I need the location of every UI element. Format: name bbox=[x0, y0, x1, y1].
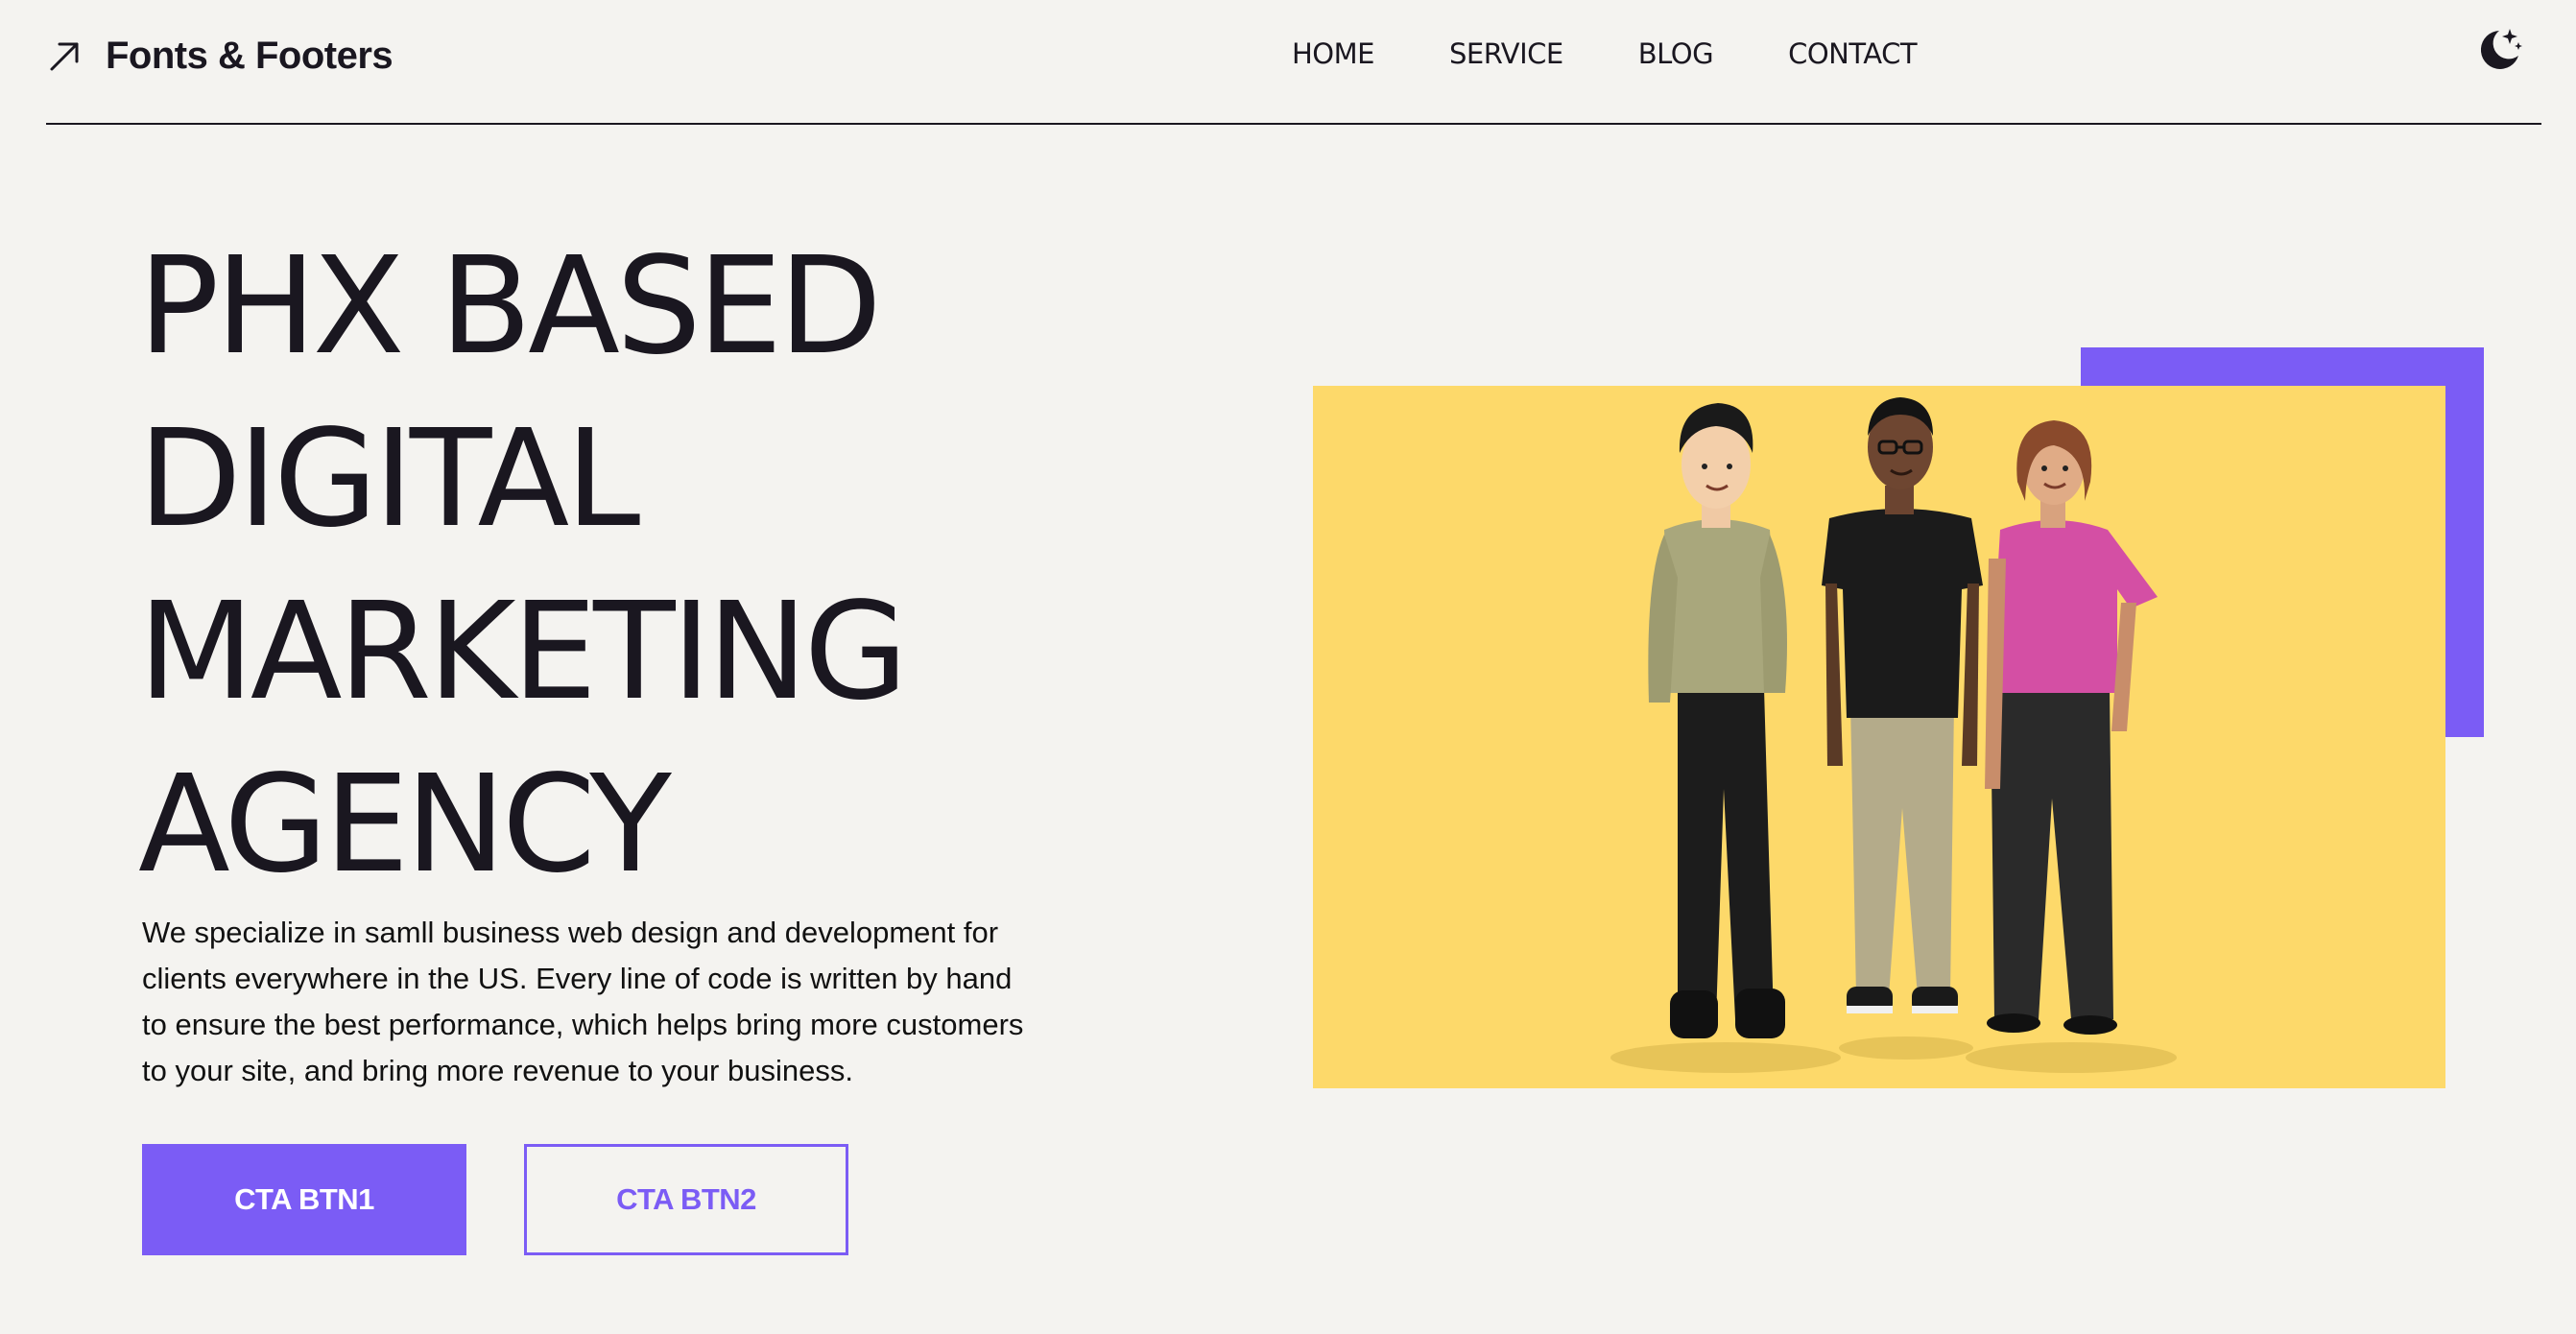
hero-title-line: MARKETING bbox=[138, 574, 908, 730]
moon-stars-icon bbox=[2480, 29, 2522, 69]
nav-home[interactable]: HOME bbox=[1292, 33, 1374, 75]
person-right bbox=[1985, 420, 2158, 1035]
hero-title: PHX BASED DIGITAL MARKETING AGENCY bbox=[138, 221, 908, 912]
site-header: Fonts & Footers HOME SERVICE BLOG CONTAC… bbox=[46, 0, 2541, 125]
nav-blog[interactable]: BLOG bbox=[1638, 33, 1714, 75]
theme-toggle-button[interactable] bbox=[2478, 25, 2524, 73]
person-middle bbox=[1822, 397, 1983, 1013]
hero-description: We specialize in samll business web desi… bbox=[142, 916, 1024, 1087]
person-left bbox=[1648, 403, 1787, 1038]
hero-title-line: PHX BASED bbox=[138, 228, 882, 385]
hero-title-line: DIGITAL bbox=[138, 401, 640, 558]
main-nav: HOME SERVICE BLOG CONTACT bbox=[1292, 33, 1918, 75]
cta-primary-button[interactable]: CTA BTN1 bbox=[142, 1144, 466, 1255]
brand-link[interactable]: Fonts & Footers bbox=[46, 27, 394, 84]
hero-illustration bbox=[1313, 386, 2445, 1088]
hero-title-line: AGENCY bbox=[138, 747, 672, 903]
cta-secondary-button[interactable]: CTA BTN2 bbox=[524, 1144, 848, 1255]
arrow-up-right-icon bbox=[50, 42, 79, 71]
nav-contact[interactable]: CONTACT bbox=[1788, 33, 1918, 75]
brand-name: Fonts & Footers bbox=[106, 34, 394, 77]
three-people-illustration bbox=[1610, 397, 2177, 1073]
nav-service[interactable]: SERVICE bbox=[1449, 33, 1563, 75]
